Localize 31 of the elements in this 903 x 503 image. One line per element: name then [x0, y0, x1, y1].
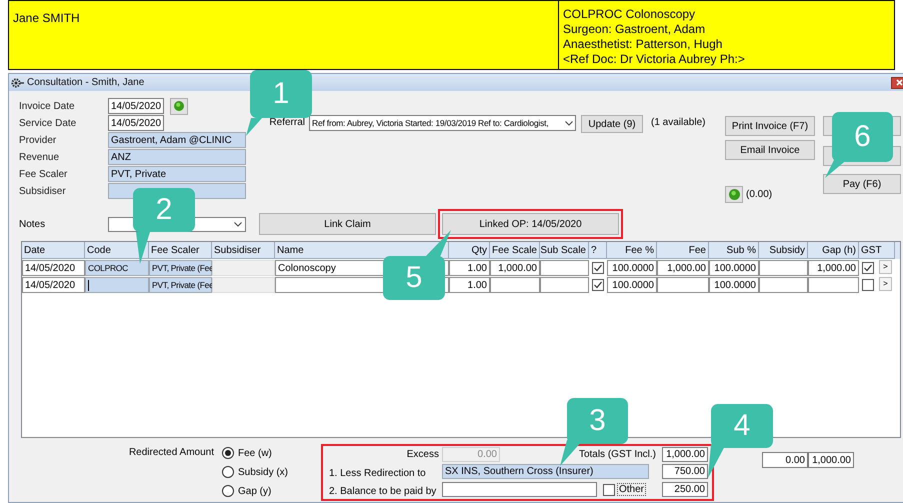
excess-label: Excess — [406, 448, 439, 462]
field-label: Revenue — [19, 150, 60, 164]
procedure-info: Surgeon: Gastroent, Adam — [563, 22, 706, 37]
redirection-label: 1. Less Redirection to — [329, 468, 426, 478]
number-tooltip: 5 — [383, 230, 451, 300]
field-label: Service Date — [19, 116, 78, 130]
balance-amount: (0.00) — [746, 188, 772, 202]
totals-label: Totals (GST Incl.) — [578, 448, 656, 462]
patient-name: Jane SMITH — [13, 11, 80, 25]
radio-label: Gap (y) — [238, 484, 272, 498]
field-label: Invoice Date — [19, 100, 76, 114]
field-label: Subsidiser — [19, 184, 67, 198]
radio-label: Fee (w) — [238, 446, 272, 460]
procedure-info: COLPROC Colonoscopy — [563, 7, 696, 22]
number-tooltip: 4 — [708, 404, 773, 478]
field-label: Fee Scaler — [19, 168, 68, 182]
field-label: Provider — [19, 134, 58, 148]
procedure-info: Anaesthetist: Patterson, Hugh — [563, 37, 724, 52]
redirect-label: Redirected Amount — [128, 446, 214, 460]
radio-label: Subsidy (x) — [238, 466, 288, 480]
excess-field: 0.00 — [442, 447, 500, 462]
balance-label: 2. Balance to be paid by — [329, 486, 436, 496]
summary-field: 0.00 — [762, 452, 808, 468]
notes-label: Notes — [19, 218, 46, 232]
procedure-info: <Ref Doc: Dr Victoria Aubrey Ph:> — [563, 52, 746, 67]
number-tooltip: 6 — [825, 112, 893, 178]
other-label: Other — [617, 483, 646, 496]
window-title: Consultation - Smith, Jane — [27, 76, 144, 90]
summary-field: 1,000.00 — [808, 452, 854, 468]
referral-label: Referral — [269, 116, 305, 130]
available-count: (1 available) — [651, 116, 706, 130]
